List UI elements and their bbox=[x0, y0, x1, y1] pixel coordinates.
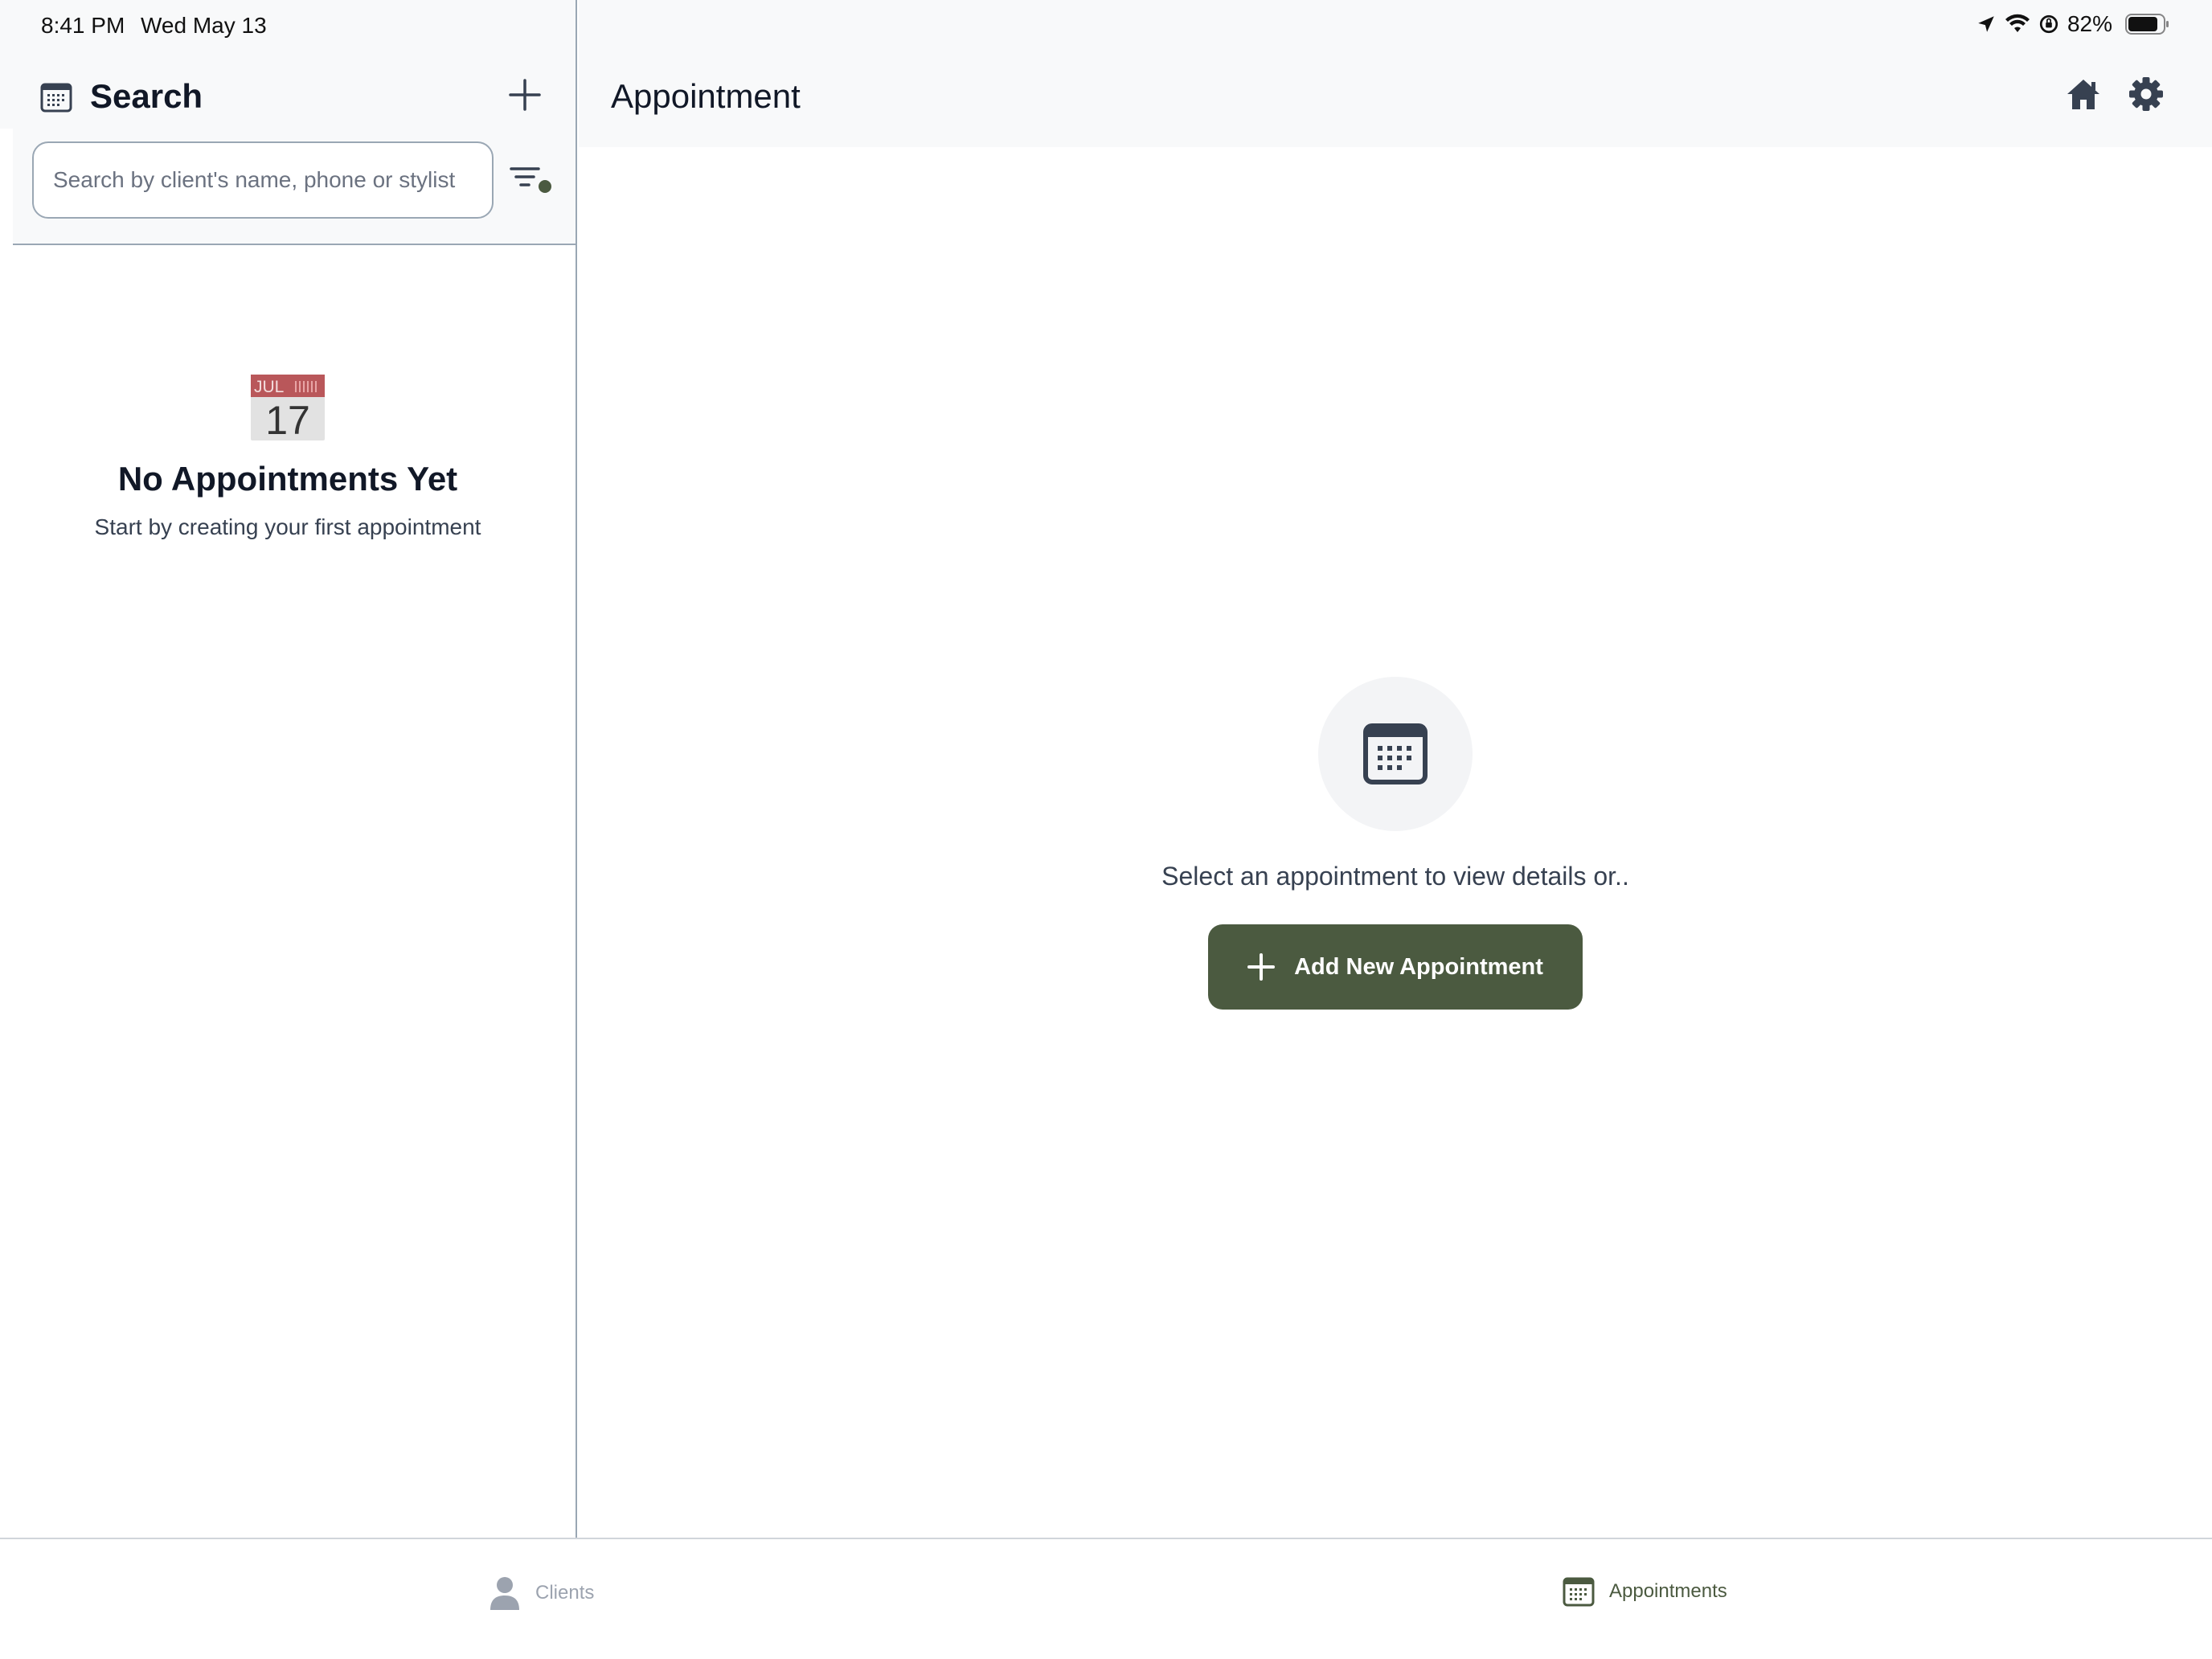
calendar-emoji-icon: JUL 17 bbox=[251, 375, 325, 442]
battery-percent: 82% bbox=[2067, 11, 2112, 36]
plus-icon bbox=[1247, 953, 1276, 981]
tab-clients-label: Clients bbox=[535, 1582, 595, 1604]
status-indicators: 82% bbox=[1976, 11, 2170, 37]
battery-icon bbox=[2125, 14, 2169, 35]
gear-icon[interactable] bbox=[2128, 76, 2164, 112]
tab-clients[interactable]: Clients bbox=[489, 1576, 594, 1610]
calendar-icon bbox=[40, 83, 72, 113]
calendar-icon bbox=[1563, 1577, 1595, 1607]
left-panel: Search JUL 17 No Appointments Yet Start … bbox=[0, 0, 577, 1538]
empty-subtitle: Start by creating your first appointment bbox=[94, 514, 481, 539]
empty-title: No Appointments Yet bbox=[117, 460, 458, 498]
app-root: 8:41 PM Wed May 13 82% Search Search by … bbox=[0, 0, 2212, 1659]
status-time: 8:41 PM bbox=[41, 13, 125, 38]
tab-bar: Clients Appointments bbox=[0, 1538, 2212, 1659]
page-title: Appointment bbox=[611, 77, 801, 115]
add-icon[interactable] bbox=[508, 78, 542, 112]
calendar-emoji-day: 17 bbox=[265, 398, 310, 442]
wifi-icon bbox=[2005, 14, 2030, 32]
status-date: Wed May 13 bbox=[141, 13, 267, 38]
add-new-appointment-button[interactable]: Add New Appointment bbox=[1208, 924, 1583, 1010]
orientation-lock-icon bbox=[2039, 14, 2058, 34]
empty-detail-text: Select an appointment to view details or… bbox=[1161, 862, 1629, 891]
calendar-emoji-month: JUL bbox=[254, 378, 284, 396]
person-icon bbox=[490, 1577, 519, 1610]
calendar-icon bbox=[1363, 723, 1428, 784]
tab-appointments[interactable]: Appointments bbox=[1563, 1576, 1727, 1607]
empty-detail-icon-circle bbox=[1318, 677, 1473, 831]
filter-icon[interactable] bbox=[510, 166, 553, 198]
status-bar: 8:41 PM Wed May 13 82% bbox=[0, 0, 2212, 51]
add-new-appointment-label: Add New Appointment bbox=[1294, 953, 1543, 980]
left-panel-title: Search bbox=[90, 77, 203, 115]
location-icon bbox=[1978, 16, 1994, 32]
tab-appointments-label: Appointments bbox=[1609, 1580, 1727, 1602]
search-input[interactable] bbox=[32, 141, 494, 219]
empty-state: JUL 17 No Appointments Yet Start by crea… bbox=[0, 371, 576, 540]
home-icon[interactable] bbox=[2066, 77, 2101, 111]
